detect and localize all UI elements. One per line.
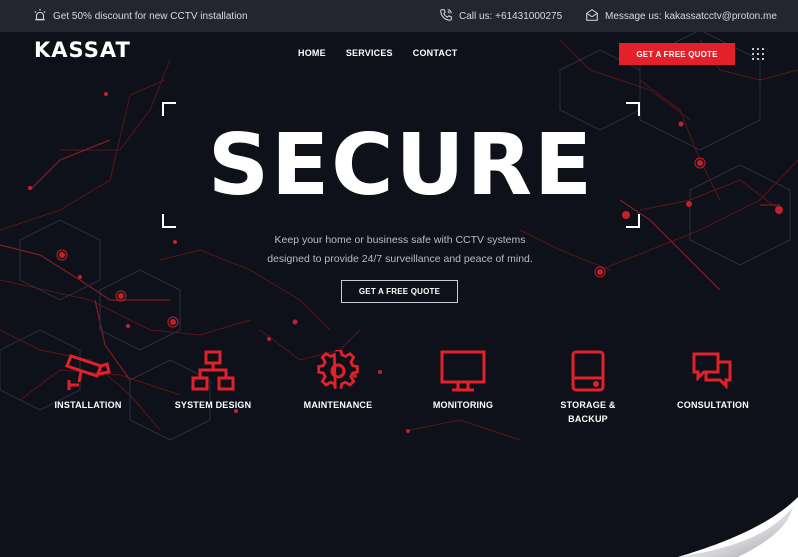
service-label-line2: BACKUP	[568, 414, 608, 424]
announcement-bar: Get 50% discount for new CCTV installati…	[0, 0, 798, 32]
service-label: SYSTEM DESIGN	[174, 400, 252, 410]
service-monitoring[interactable]: MONITORING	[403, 350, 523, 412]
hero-title-frame: SECURE	[162, 102, 640, 228]
hero-subtitle-line2: designed to provide 24/7 surveillance an…	[267, 253, 533, 265]
promo-item: Get 50% discount for new CCTV installati…	[33, 0, 248, 32]
service-label: INSTALLATION	[54, 400, 122, 410]
nav-contact[interactable]: CONTACT	[413, 48, 458, 58]
hero-subtitle-line1: Keep your home or business safe with CCT…	[274, 234, 526, 246]
hero-subtitle: Keep your home or business safe with CCT…	[200, 231, 600, 269]
page-curl-decoration	[678, 497, 798, 557]
service-maintenance[interactable]: MAINTENANCE	[278, 350, 398, 412]
header-quote-button[interactable]: GET A FREE QUOTE	[619, 43, 735, 65]
service-consultation[interactable]: CONSULTATION	[653, 350, 773, 412]
hero-quote-button[interactable]: GET A FREE QUOTE	[341, 280, 458, 303]
gear-icon	[317, 350, 359, 389]
site-logo[interactable]: KASSAT	[34, 38, 131, 62]
cctv-camera-icon	[65, 354, 111, 390]
promo-text: Get 50% discount for new CCTV installati…	[53, 10, 248, 22]
circuit-background	[0, 29, 798, 441]
service-label: CONSULTATION	[677, 400, 749, 410]
service-storage-backup[interactable]: STORAGE & BACKUP	[528, 350, 648, 426]
main-nav: HOME SERVICES CONTACT	[298, 48, 458, 58]
service-label: MAINTENANCE	[303, 400, 373, 410]
message-text: Message us: kakassatcctv@proton.me	[605, 10, 777, 22]
call-text: Call us: +61431000275	[459, 10, 563, 22]
nav-services[interactable]: SERVICES	[346, 48, 393, 58]
service-label: STORAGE &	[560, 400, 616, 410]
menu-grid-icon[interactable]	[751, 47, 765, 61]
storage-drive-icon	[571, 350, 605, 392]
phone-icon	[439, 8, 453, 25]
chat-bubbles-icon	[692, 352, 732, 390]
envelope-icon	[585, 8, 599, 25]
call-item[interactable]: Call us: +61431000275	[439, 0, 562, 32]
alarm-icon	[33, 8, 47, 25]
page: Get 50% discount for new CCTV installati…	[0, 0, 798, 557]
service-system-design[interactable]: SYSTEM DESIGN	[153, 350, 273, 412]
network-icon	[191, 350, 235, 391]
nav-home[interactable]: HOME	[298, 48, 326, 58]
message-item[interactable]: Message us: kakassatcctv@proton.me	[585, 0, 777, 32]
service-label: MONITORING	[432, 400, 494, 410]
service-installation[interactable]: INSTALLATION	[28, 350, 148, 412]
monitor-icon	[440, 350, 486, 392]
hero-title: SECURE	[207, 115, 595, 215]
